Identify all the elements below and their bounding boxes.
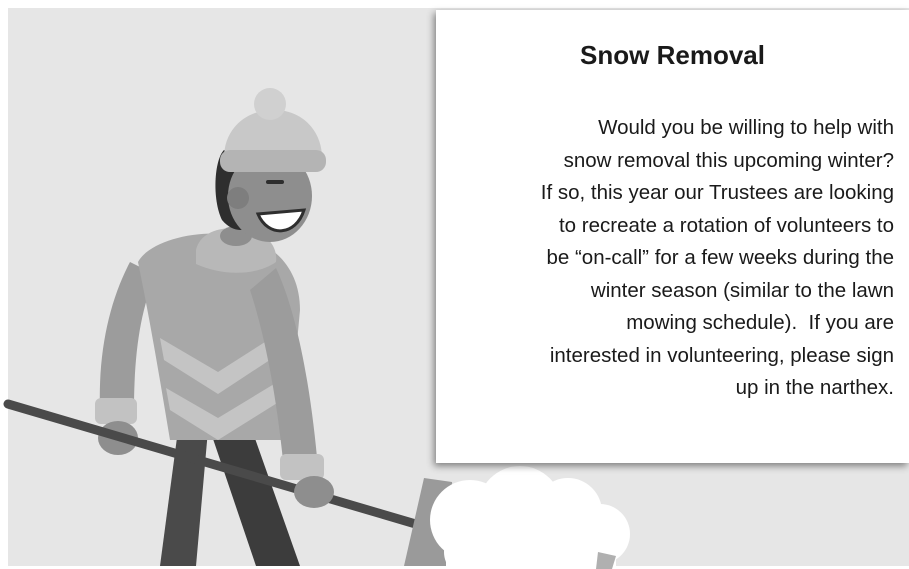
body-line: up in the narthex. <box>735 376 894 399</box>
front-cuff <box>280 454 324 480</box>
body-line: be “on-call” for a few weeks during the <box>546 246 894 269</box>
body-line: to recreate a rotation of volunteers to <box>558 213 894 237</box>
hat-band <box>220 150 326 172</box>
body-line: Would you be willing to help with <box>598 116 894 139</box>
hat-pompom <box>254 88 286 120</box>
ear <box>227 187 249 209</box>
body-line: interested in volunteering, please sign <box>549 343 894 367</box>
front-hand <box>294 476 334 508</box>
flyer-canvas: Snow Removal Would you be willing to hel… <box>0 0 909 569</box>
body-line: snow removal this upcoming winter? <box>563 148 894 172</box>
body-line: winter season (similar to the lawn <box>590 278 894 302</box>
body-line: mowing schedule). If you are <box>626 311 894 334</box>
body-line: If so, this year our Trustees are lookin… <box>540 181 894 204</box>
announcement-card: Snow Removal Would you be willing to hel… <box>436 10 909 463</box>
announcement-body: Would you be willing to help with snow r… <box>442 112 894 405</box>
announcement-title: Snow Removal <box>580 40 765 70</box>
back-cuff <box>95 398 137 424</box>
